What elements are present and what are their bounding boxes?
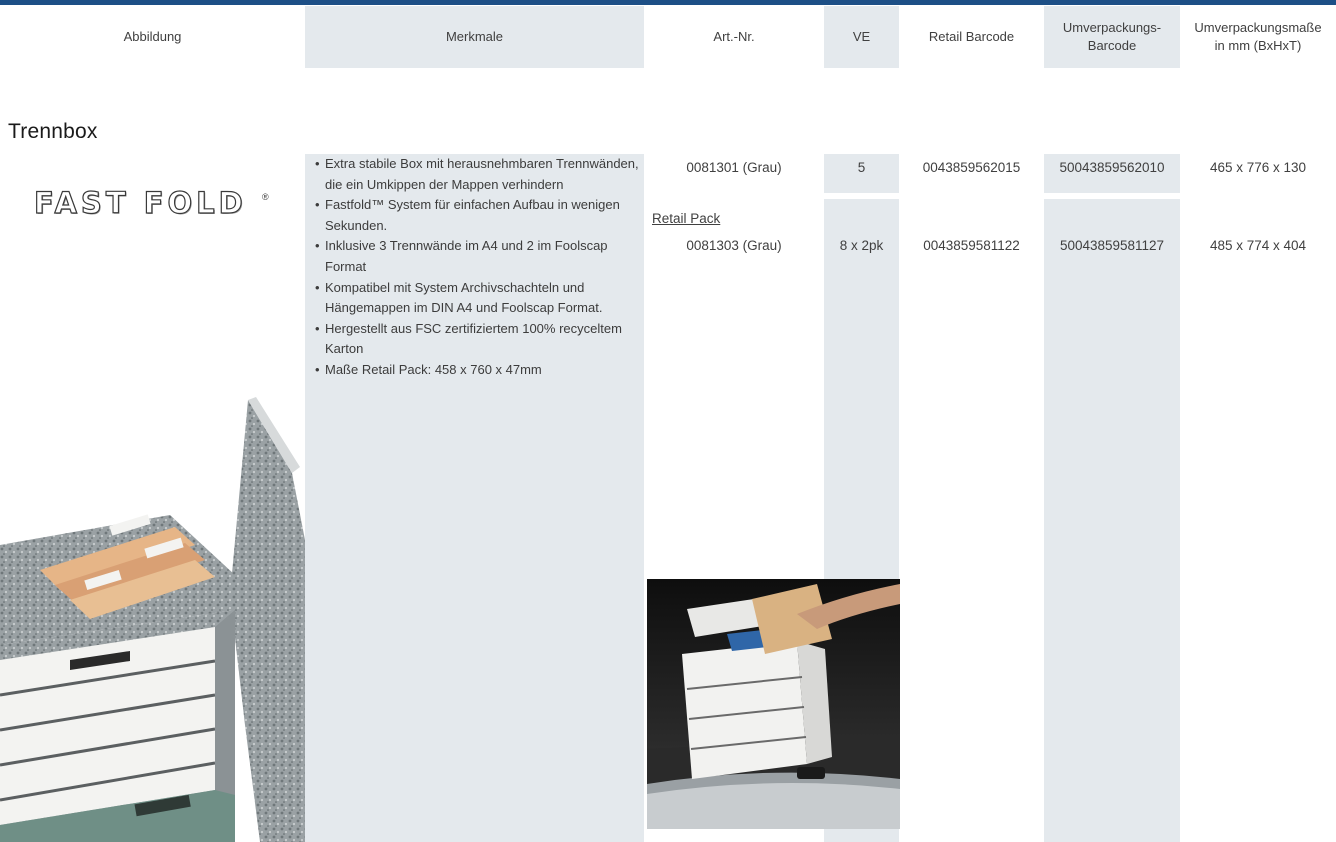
umverpackungs-barcode-column-bg [1044, 154, 1180, 842]
row2-retail-barcode: 0043859581122 [923, 238, 1020, 253]
header-ve: VE [824, 6, 899, 68]
row1-art-nr: 0081301 (Grau) [686, 160, 782, 175]
retail-pack-label: Retail Pack [652, 211, 721, 226]
header-merkmale: Merkmale [305, 6, 644, 68]
section-title: Trennbox [8, 120, 98, 143]
feature-item: • Maße Retail Pack: 458 x 760 x 47mm [315, 361, 542, 377]
row2-ve: 8 x 2pk [839, 238, 884, 253]
row1-masse: 465 x 776 x 130 [1209, 160, 1307, 175]
fastfold-logo: FAST FOLD [33, 185, 247, 220]
top-accent-bar [0, 0, 1336, 5]
feature-item: • Extra stabile Box mit herausnehmbaren T… [315, 156, 639, 192]
header-umverpackungsmasse: Umverpackungsmaße in mm (BxHxT) [1194, 20, 1322, 53]
row2-masse: 485 x 774 x 404 [1209, 238, 1307, 253]
row1-ve: 5 [857, 160, 866, 175]
features-list: • Extra stabile Box mit herausnehmbaren T… [315, 154, 643, 381]
header-abbildung: Abbildung [123, 29, 182, 44]
feature-item: • Fastfold™ System für einfachen Aufbau i… [315, 197, 620, 233]
feature-item: • Inklusive 3 Trennwände im A4 und 2 im F… [315, 238, 608, 274]
header-art-nr: Art.-Nr. [713, 29, 755, 44]
header-retail-barcode: Retail Barcode [928, 29, 1015, 44]
row-separator [644, 193, 1336, 199]
row2-umverpackungs-barcode: 50043859581127 [1059, 238, 1165, 253]
row2-art-nr: 0081303 (Grau) [686, 238, 782, 253]
row1-retail-barcode: 0043859562015 [922, 160, 1021, 175]
row1-umverpackungs-barcode: 50043859562010 [1059, 160, 1165, 175]
header-umverpackungs-barcode: Umverpackungs- Barcode [1044, 6, 1180, 68]
product-box-image [0, 395, 305, 842]
feature-item: • Kompatibel mit System Archivschachteln … [315, 279, 603, 316]
registered-mark: ® [262, 192, 269, 202]
feature-item: • Hergestellt aus FSC zertifiziertem 100%… [315, 320, 622, 357]
product-in-use-photo [647, 579, 900, 829]
